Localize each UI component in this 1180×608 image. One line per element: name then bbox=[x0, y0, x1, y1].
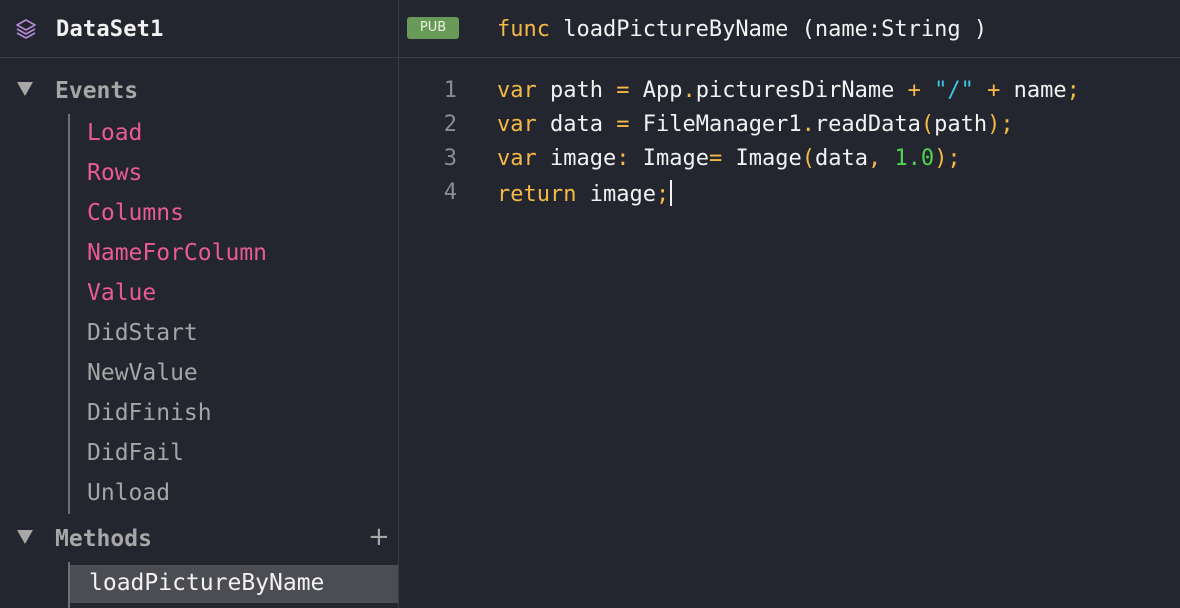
header-bar: DataSet1 PUB func loadPictureByName (nam… bbox=[0, 0, 1180, 58]
code-line[interactable]: 4 return image; bbox=[399, 176, 1180, 210]
code-token: . bbox=[801, 112, 815, 137]
code-token: ; bbox=[655, 182, 670, 207]
events-tree-line bbox=[68, 114, 70, 514]
code-token: picturesDirName bbox=[695, 78, 908, 103]
dataset-title: DataSet1 bbox=[56, 17, 164, 42]
signature-keyword: func bbox=[497, 17, 550, 42]
code-token: , bbox=[867, 146, 882, 171]
dataset-header: DataSet1 bbox=[0, 0, 399, 57]
code-text[interactable]: var image: Image= Image(data, 1.0); bbox=[497, 146, 961, 171]
code-token: "/" bbox=[934, 78, 974, 103]
code-token: var bbox=[497, 78, 537, 103]
code-token: path bbox=[536, 78, 617, 103]
app-window: DataSet1 PUB func loadPictureByName (nam… bbox=[0, 0, 1180, 608]
code-token: ); bbox=[934, 146, 961, 171]
code-token: return bbox=[497, 182, 577, 207]
code-token: name bbox=[1000, 78, 1067, 103]
line-number: 2 bbox=[443, 112, 457, 137]
event-item[interactable]: Value bbox=[87, 280, 156, 306]
disclosure-triangle-icon[interactable] bbox=[17, 530, 33, 544]
code-token: ( bbox=[920, 112, 935, 137]
text-cursor bbox=[670, 180, 673, 206]
code-token: var bbox=[497, 112, 537, 137]
pub-badge[interactable]: PUB bbox=[407, 17, 459, 39]
code-text[interactable]: return image; bbox=[497, 180, 673, 207]
code-token: = bbox=[616, 78, 630, 103]
code-token: image bbox=[536, 146, 617, 171]
code-text[interactable]: var path = App.picturesDirName + "/" + n… bbox=[497, 78, 1080, 103]
line-number: 3 bbox=[443, 146, 457, 171]
code-token: 1.0 bbox=[894, 146, 935, 171]
event-item[interactable]: Load bbox=[87, 120, 142, 146]
method-item-label: loadPictureByName bbox=[89, 570, 325, 596]
code-token: Image bbox=[629, 146, 709, 171]
code-token: = bbox=[616, 112, 630, 137]
code-token: ); bbox=[987, 112, 1014, 137]
method-item-selected[interactable]: loadPictureByName bbox=[70, 565, 398, 603]
code-token: path bbox=[934, 112, 988, 137]
events-section-header[interactable]: Events bbox=[0, 72, 398, 112]
event-item[interactable]: Unload bbox=[87, 480, 170, 506]
code-token: FileManager1 bbox=[629, 112, 802, 137]
code-token: App bbox=[629, 78, 683, 103]
code-token: + bbox=[987, 78, 1001, 103]
code-line[interactable]: 2 var data = FileManager1.readData(path); bbox=[399, 108, 1180, 142]
code-text[interactable]: var data = FileManager1.readData(path); bbox=[497, 112, 1014, 137]
code-editor[interactable]: 1 var path = App.picturesDirName + "/" + … bbox=[399, 58, 1180, 608]
code-token: : bbox=[616, 146, 630, 171]
methods-section-header[interactable]: Methods + bbox=[0, 520, 398, 560]
code-token: image bbox=[576, 182, 656, 207]
event-item[interactable]: DidFail bbox=[87, 440, 184, 466]
event-item[interactable]: NameForColumn bbox=[87, 240, 267, 266]
code-line[interactable]: 3 var image: Image= Image(data, 1.0); bbox=[399, 142, 1180, 176]
disclosure-triangle-icon[interactable] bbox=[17, 82, 33, 96]
code-token: ( bbox=[801, 146, 815, 171]
code-token: . bbox=[682, 78, 696, 103]
methods-section-label: Methods bbox=[55, 526, 152, 552]
code-token: data bbox=[536, 112, 617, 137]
events-section-label: Events bbox=[55, 78, 139, 104]
code-token: Image bbox=[722, 146, 802, 171]
sidebar: Events Load Rows Columns NameForColumn Value… bbox=[0, 58, 399, 608]
code-token: var bbox=[497, 146, 537, 171]
event-item[interactable]: DidStart bbox=[87, 320, 198, 346]
function-signature[interactable]: func loadPictureByName (name:String ) bbox=[497, 17, 987, 42]
signature-name: loadPictureByName bbox=[563, 17, 789, 42]
event-item[interactable]: NewValue bbox=[87, 360, 198, 386]
code-token: ; bbox=[1066, 78, 1080, 103]
line-number: 1 bbox=[443, 78, 457, 103]
code-token: data bbox=[814, 146, 868, 171]
code-token: = bbox=[708, 146, 723, 171]
event-item[interactable]: Rows bbox=[87, 160, 142, 186]
layers-icon bbox=[16, 19, 36, 39]
event-item[interactable]: Columns bbox=[87, 200, 184, 226]
code-token: readData bbox=[814, 112, 921, 137]
code-token: + bbox=[907, 78, 921, 103]
line-number: 4 bbox=[443, 180, 457, 205]
event-item[interactable]: DidFinish bbox=[87, 400, 212, 426]
code-line[interactable]: 1 var path = App.picturesDirName + "/" + … bbox=[399, 74, 1180, 108]
signature-params: (name:String ) bbox=[788, 17, 988, 42]
add-method-button[interactable]: + bbox=[368, 522, 390, 552]
